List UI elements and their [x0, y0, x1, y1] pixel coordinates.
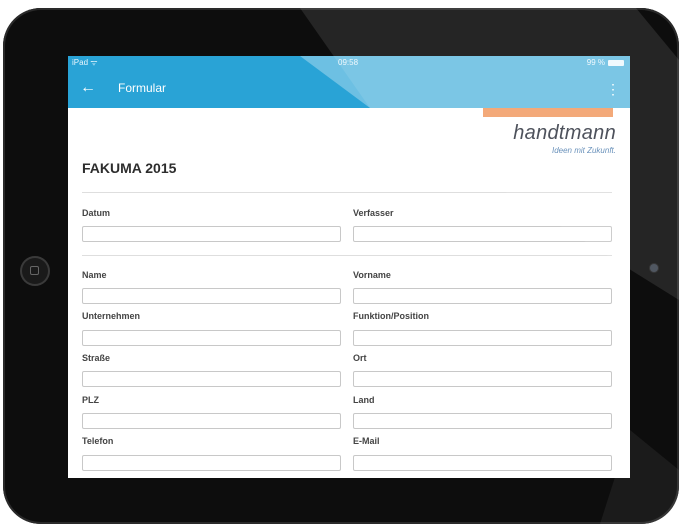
- app-title: Formular: [118, 81, 167, 95]
- more-vert-icon[interactable]: ⋮: [606, 79, 620, 99]
- label-ort: Ort: [353, 353, 367, 363]
- datum-field[interactable]: [82, 226, 341, 242]
- label-strasse: Straße: [82, 353, 111, 363]
- logo-tagline: Ideen mit Zukunft.: [551, 146, 616, 155]
- home-button[interactable]: [20, 256, 50, 286]
- plz-field[interactable]: [82, 413, 341, 429]
- label-plz: PLZ: [82, 395, 99, 405]
- status-time: 09:58: [338, 58, 359, 67]
- logo-accent-bar: [483, 108, 613, 117]
- divider: [82, 192, 612, 193]
- battery-indicator: 99 %: [587, 56, 624, 70]
- funktion-field[interactable]: [353, 330, 612, 346]
- home-square-icon: [30, 266, 39, 275]
- status-bar: iPad ᯤ 09:58 99 %: [68, 56, 630, 70]
- battery-icon: [608, 60, 624, 66]
- logo-brand: handtmann: [513, 122, 616, 144]
- label-vorname: Vorname: [353, 270, 391, 280]
- ort-field[interactable]: [353, 371, 612, 387]
- arrow-left-icon[interactable]: ←: [80, 78, 96, 98]
- telefon-field[interactable]: [82, 455, 341, 471]
- label-funktion: Funktion/Position: [353, 311, 429, 321]
- label-datum: Datum: [82, 208, 111, 218]
- name-field[interactable]: [82, 288, 341, 304]
- label-email: E-Mail: [353, 436, 380, 446]
- vorname-field[interactable]: [353, 288, 612, 304]
- unternehmen-field[interactable]: [82, 330, 341, 346]
- label-verfasser: Verfasser: [353, 208, 394, 218]
- verfasser-field[interactable]: [353, 226, 612, 242]
- handtmann-logo: handtmann Ideen mit Zukunft.: [466, 122, 616, 155]
- label-name: Name: [82, 270, 107, 280]
- divider: [82, 255, 612, 256]
- label-land: Land: [353, 395, 375, 405]
- camera-icon: [650, 264, 658, 272]
- label-telefon: Telefon: [82, 436, 114, 446]
- app-bar: ← Formular ⋮: [68, 70, 630, 108]
- app-screen: iPad ᯤ 09:58 99 % ← Formular ⋮ handtmann…: [68, 56, 630, 478]
- device-label: iPad ᯤ: [72, 58, 98, 67]
- form-title: FAKUMA 2015: [82, 160, 177, 176]
- wifi-icon: ᯤ: [90, 58, 98, 67]
- label-unternehmen: Unternehmen: [82, 311, 141, 321]
- land-field[interactable]: [353, 413, 612, 429]
- strasse-field[interactable]: [82, 371, 341, 387]
- email-field[interactable]: [353, 455, 612, 471]
